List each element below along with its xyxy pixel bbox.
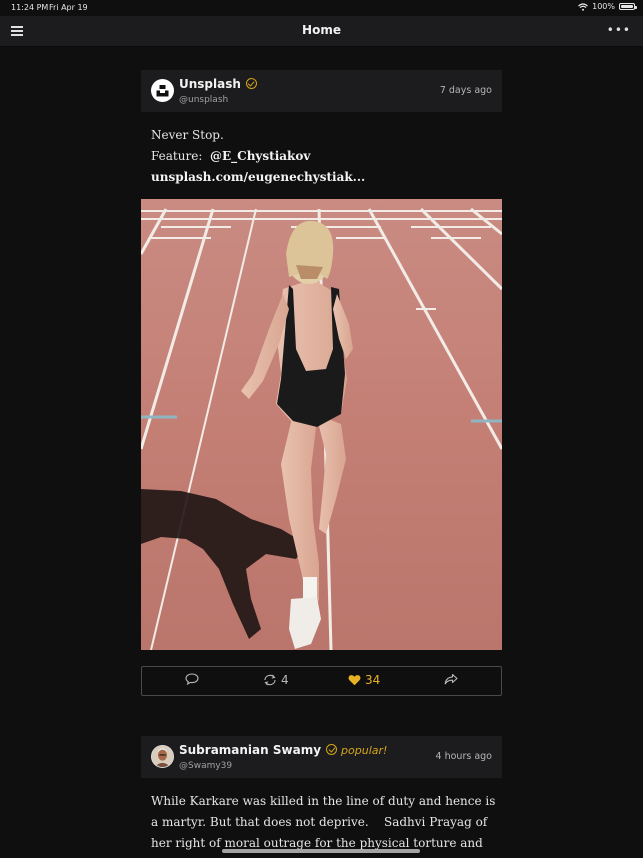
share-button[interactable] [444,673,458,685]
profile-photo-icon [152,746,173,767]
verified-icon [326,744,338,755]
reply-button[interactable] [185,673,199,685]
wifi-icon [578,2,589,11]
popular-badge: popular! [341,744,388,757]
nav-bar: Home ••• [0,16,643,47]
author-handle[interactable]: @Swamy39 [179,761,232,771]
verified-icon [245,78,257,89]
home-indicator[interactable] [222,849,420,853]
status-bar: 11:24 PM Fri Apr 19 100% [0,0,643,16]
post-time: 4 hours ago [435,751,492,762]
share-icon [444,673,458,685]
heart-icon [348,675,361,686]
repost-count: 4 [281,673,289,687]
mention-link[interactable]: @E_Chystiakov [210,149,310,163]
like-button[interactable]: 34 [348,673,380,687]
author-name[interactable]: Subramanian Swamy popular! [179,743,387,757]
more-icon[interactable]: ••• [607,23,631,37]
status-time: 11:24 PM [11,3,49,12]
status-date: Fri Apr 19 [49,3,88,12]
post-header[interactable]: Unsplash @unsplash 7 days ago [141,70,502,112]
author-name-text: Subramanian Swamy [179,743,322,757]
post-time: 7 days ago [439,85,492,96]
battery-icon [619,3,637,10]
like-count: 34 [365,673,381,687]
post-feature-line: Feature: @E_Chystiakov [151,146,501,167]
running-track-image [141,199,502,650]
post-header[interactable]: Subramanian Swamy popular! @Swamy39 4 hou… [141,736,502,778]
author-handle[interactable]: @unsplash [179,95,228,105]
repost-button[interactable]: 4 [263,673,289,687]
feature-label: Feature: [151,149,203,163]
post-link[interactable]: unsplash.com/eugenechystiak... [151,170,365,184]
author-name-text: Unsplash [179,77,241,91]
status-right: 100% [578,2,637,11]
post-body: Never Stop. Feature: @E_Chystiakov unspl… [151,125,501,188]
post-text-line: Never Stop. [151,128,224,142]
avatar[interactable] [151,745,174,768]
repost-icon [264,674,276,686]
unsplash-logo-icon [156,85,169,97]
post-text-line: While Karkare was killed in the line of … [151,794,496,808]
comment-icon [185,673,199,685]
post-actions: 4 34 [141,666,502,696]
post-body: While Karkare was killed in the line of … [151,791,501,854]
page-title: Home [302,23,341,37]
author-name[interactable]: Unsplash [179,77,257,91]
battery-percent: 100% [592,2,615,11]
avatar[interactable] [151,79,174,102]
post-photo[interactable] [141,199,502,650]
post-text-line: a martyr. But that does not deprive. Sad… [151,815,488,829]
